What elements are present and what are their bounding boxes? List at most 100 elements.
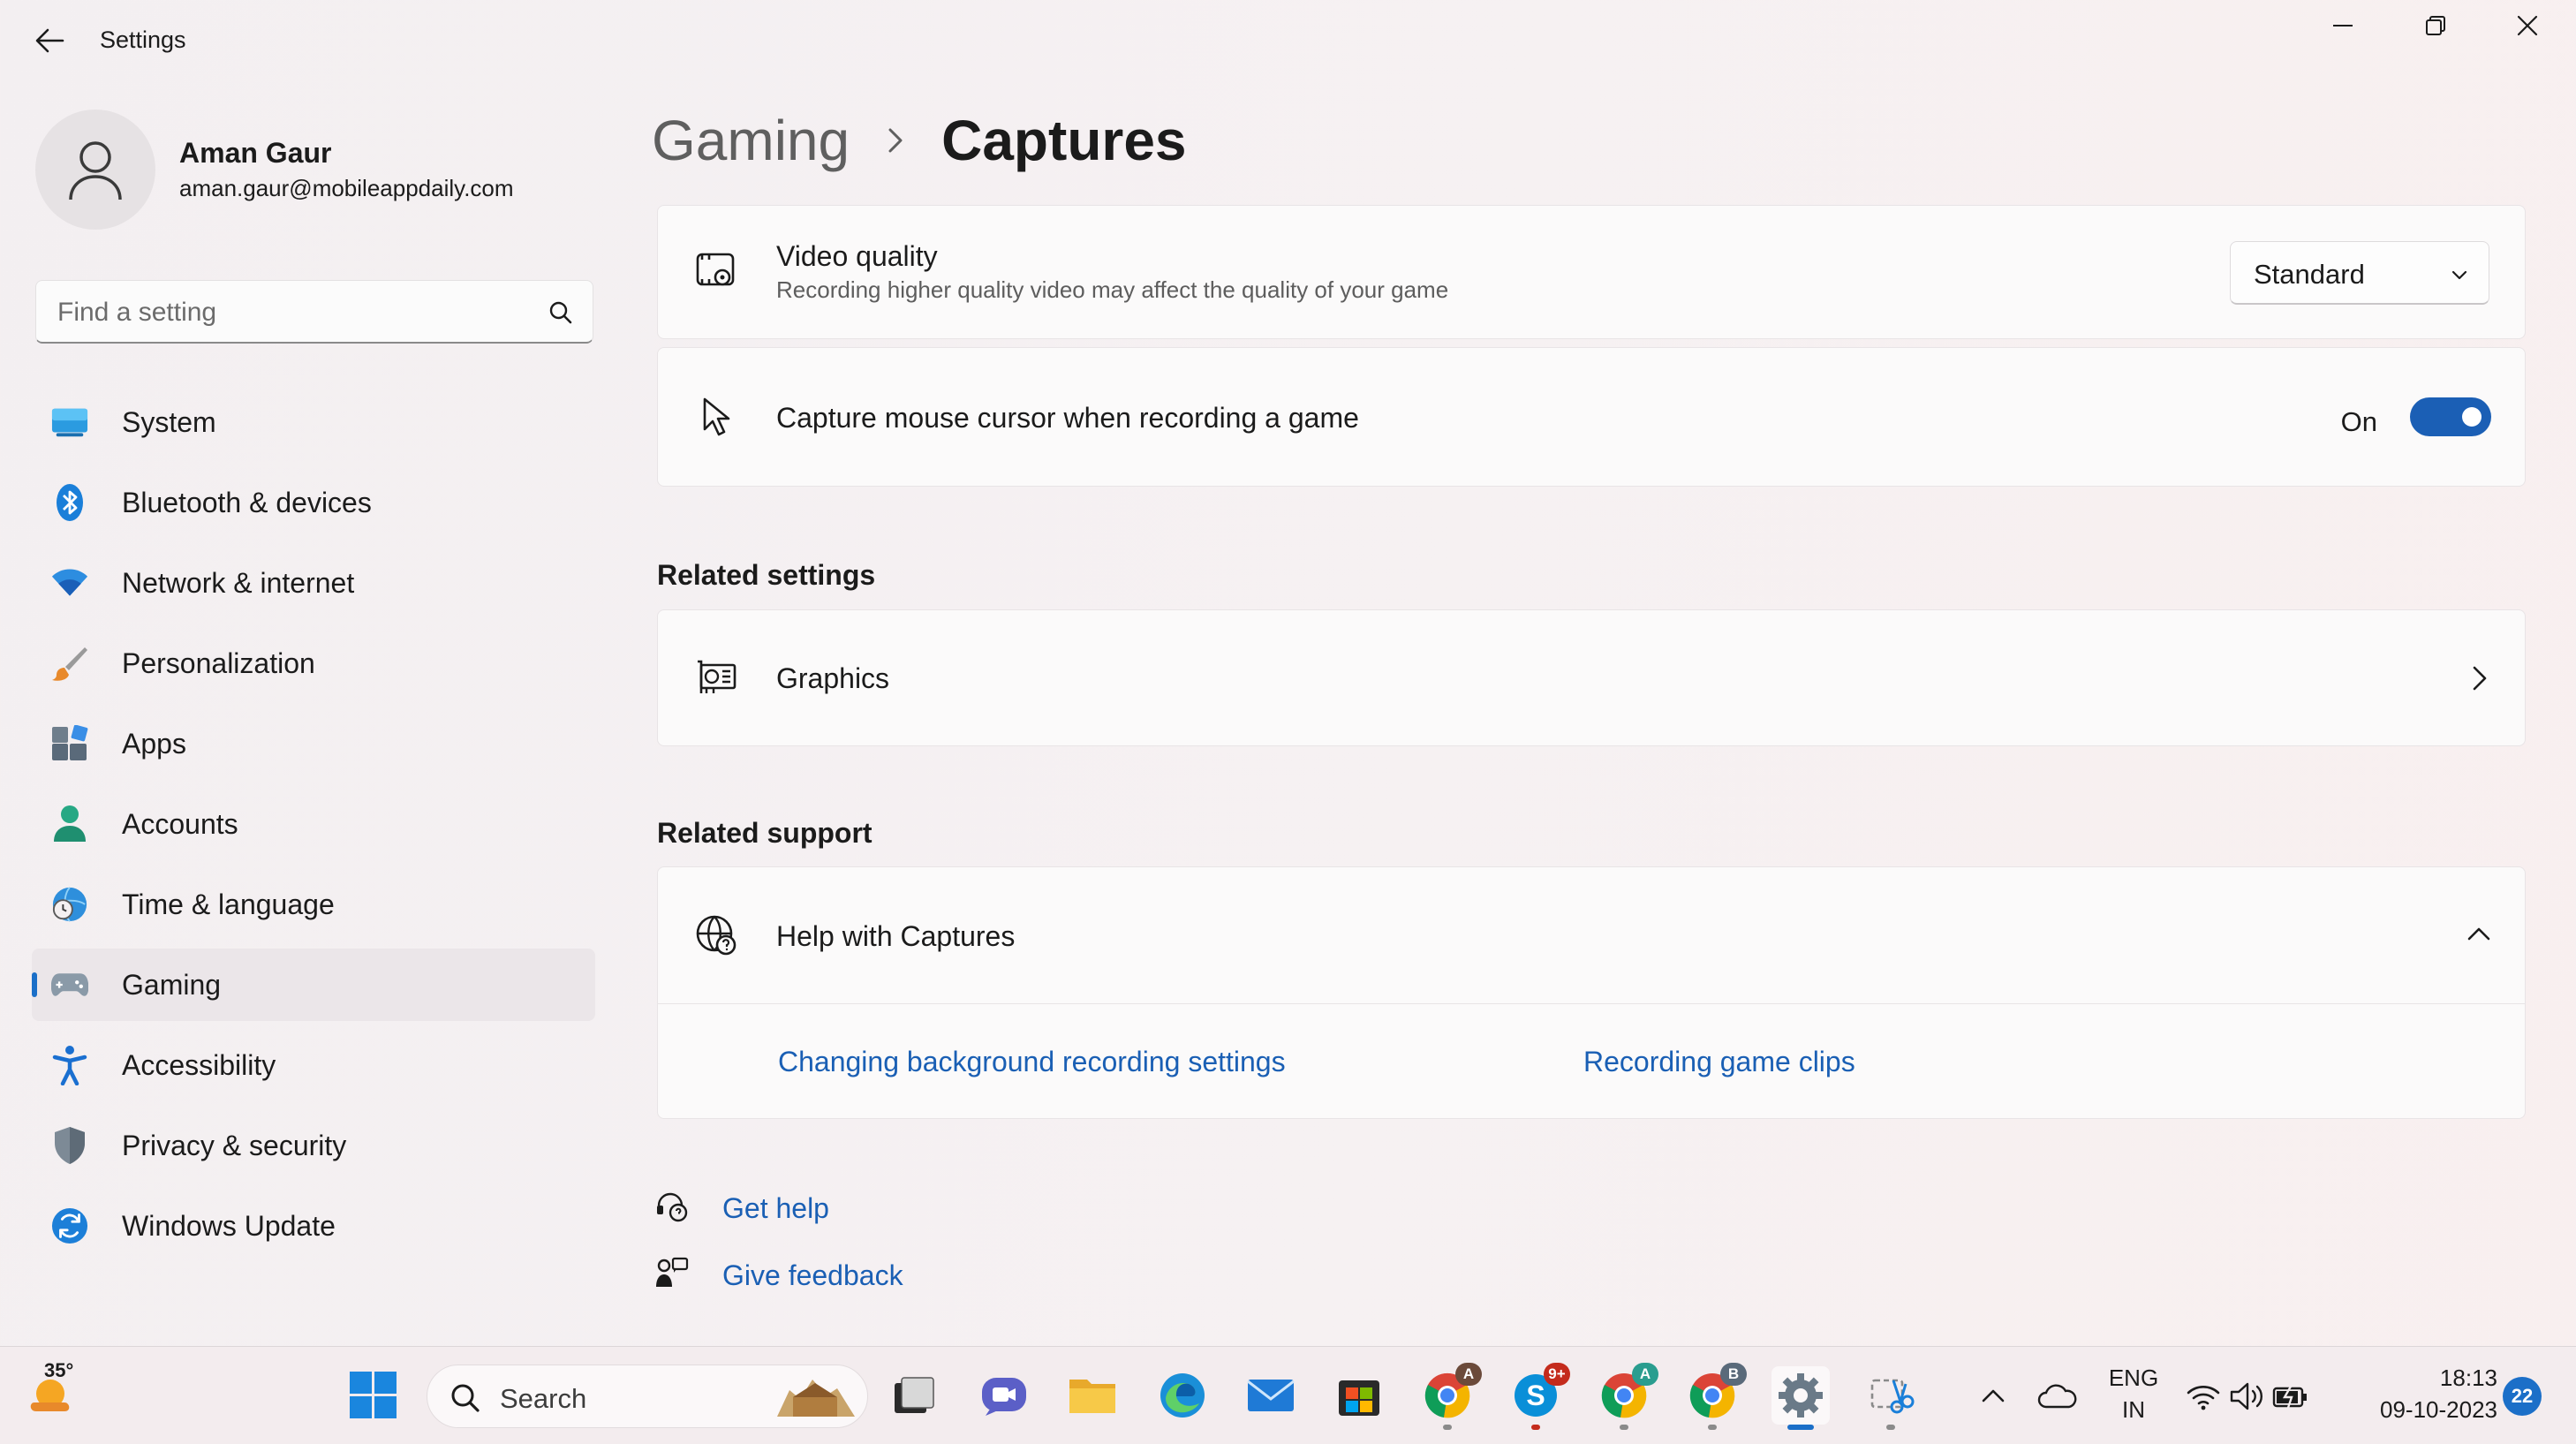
sidebar-item-accessibility[interactable]: Accessibility (32, 1029, 595, 1101)
sidebar-item-privacy-security[interactable]: Privacy & security (32, 1109, 595, 1182)
close-button[interactable] (2483, 0, 2572, 51)
get-help-icon (657, 1192, 688, 1222)
taskbar-skype[interactable]: S 9+ (1507, 1363, 1570, 1430)
search-highlight-image (777, 1380, 855, 1417)
taskbar-settings[interactable] (1771, 1366, 1830, 1430)
restore-icon (2426, 16, 2445, 35)
sidebar-item-time-language[interactable]: Time & language (32, 868, 595, 941)
sidebar-item-label: Windows Update (122, 1209, 336, 1242)
taskbar-chrome-profile-b[interactable]: B (1683, 1363, 1747, 1430)
tray-onedrive[interactable] (2026, 1366, 2089, 1425)
toggle-state-label: On (2340, 406, 2377, 437)
video-quality-dropdown[interactable]: Standard (2230, 241, 2489, 305)
graphics-card[interactable]: Graphics (657, 609, 2526, 746)
give-feedback-link[interactable]: Give feedback (722, 1259, 903, 1292)
feedback-icon (656, 1257, 689, 1287)
graphics-card-icon (695, 656, 737, 699)
taskbar-search-label: Search (500, 1383, 587, 1414)
breadcrumb: Gaming Captures (652, 108, 1187, 173)
video-quality-title: Video quality (776, 240, 938, 272)
sidebar-item-label: Bluetooth & devices (122, 486, 372, 518)
taskbar-mail[interactable] (1242, 1366, 1300, 1425)
help-link-background-recording[interactable]: Changing background recording settings (778, 1046, 1286, 1078)
taskbar-search[interactable]: Search (427, 1365, 868, 1428)
globe-help-icon (695, 914, 737, 956)
taskbar-chrome-profile-a2[interactable]: A (1595, 1363, 1658, 1430)
start-button[interactable] (344, 1366, 403, 1425)
language-code: ENG (2108, 1365, 2159, 1391)
battery-charging-icon (2273, 1384, 2308, 1409)
tray-language[interactable]: ENG IN (2096, 1363, 2171, 1430)
volume-icon (2230, 1382, 2262, 1410)
divider (658, 1003, 2525, 1004)
search-input[interactable] (56, 291, 536, 334)
back-button[interactable] (25, 16, 74, 65)
restore-button[interactable] (2391, 0, 2480, 51)
update-icon (51, 1207, 88, 1244)
tray-overflow-button[interactable] (1962, 1366, 2024, 1425)
capture-cursor-toggle[interactable] (2410, 397, 2491, 436)
tray-clock[interactable]: 18:13 09-10-2023 (2338, 1363, 2497, 1430)
taskbar-chrome-profile-a[interactable]: A (1418, 1363, 1482, 1430)
taskbar-snipping-tool[interactable] (1862, 1366, 1920, 1430)
sidebar-item-bluetooth[interactable]: Bluetooth & devices (32, 466, 595, 539)
toggle-knob (2462, 407, 2482, 427)
sidebar-item-apps[interactable]: Apps (32, 707, 595, 780)
help-captures-title: Help with Captures (776, 920, 1016, 952)
avatar[interactable] (35, 110, 155, 230)
taskbar-file-explorer[interactable] (1063, 1366, 1122, 1425)
search-icon[interactable] (548, 300, 573, 325)
wifi-icon (51, 564, 88, 601)
sidebar-item-label: Network & internet (122, 566, 355, 599)
video-quality-description: Recording higher quality video may affec… (776, 276, 1449, 303)
get-help-link[interactable]: Get help (722, 1192, 829, 1225)
taskbar-teams[interactable] (975, 1366, 1033, 1425)
page-title: Captures (941, 109, 1187, 172)
running-indicator (1708, 1425, 1717, 1430)
app-title: Settings (100, 26, 186, 53)
chevron-down-icon (2451, 270, 2467, 280)
sidebar-item-label: Privacy & security (122, 1129, 347, 1161)
notification-count-badge[interactable]: 22 (2503, 1377, 2542, 1416)
task-view-icon (895, 1377, 934, 1413)
close-icon (2517, 15, 2538, 36)
sidebar-item-windows-update[interactable]: Windows Update (32, 1190, 595, 1262)
chevron-up-icon (1982, 1389, 2005, 1402)
help-link-recording-clips[interactable]: Recording game clips (1583, 1046, 1855, 1078)
minimize-button[interactable] (2299, 0, 2387, 51)
taskbar-edge[interactable] (1153, 1366, 1212, 1425)
accounts-icon (51, 805, 88, 843)
running-indicator (1886, 1425, 1895, 1430)
sidebar-item-label: System (122, 405, 216, 438)
video-quality-card: Video quality Recording higher quality v… (657, 205, 2526, 339)
video-settings-icon (695, 250, 737, 292)
user-name: Aman Gaur (179, 137, 332, 169)
taskbar-task-view[interactable] (885, 1366, 943, 1425)
sidebar-item-label: Accessibility (122, 1048, 276, 1081)
clock-date: 09-10-2023 (2380, 1396, 2497, 1423)
minimize-icon (2333, 25, 2353, 26)
running-indicator (1531, 1425, 1540, 1430)
chevron-right-icon (869, 114, 922, 167)
person-icon (69, 141, 122, 200)
sidebar-item-system[interactable]: System (32, 386, 595, 458)
sidebar-item-gaming[interactable]: Gaming (32, 949, 595, 1021)
breadcrumb-parent[interactable]: Gaming (652, 108, 850, 173)
taskbar-store[interactable] (1330, 1366, 1388, 1425)
chevron-right-icon (2473, 666, 2487, 691)
shield-icon (51, 1127, 88, 1164)
globe-clock-icon (51, 886, 88, 923)
notification-badge: 9+ (1544, 1363, 1570, 1386)
gamepad-icon (51, 966, 88, 1003)
tray-quick-settings[interactable] (2181, 1373, 2314, 1419)
help-captures-expander[interactable]: Help with Captures (658, 867, 2525, 1003)
edge-browser-icon (1160, 1373, 1205, 1418)
sidebar-item-network[interactable]: Network & internet (32, 547, 595, 619)
sidebar-item-personalization[interactable]: Personalization (32, 627, 595, 699)
weather-widget[interactable]: 35° (12, 1359, 92, 1421)
graphics-label: Graphics (776, 662, 890, 694)
sidebar-item-accounts[interactable]: Accounts (32, 788, 595, 860)
sidebar-item-label: Gaming (122, 968, 222, 1001)
svg-text:S: S (1526, 1380, 1545, 1411)
settings-search-box[interactable] (35, 280, 593, 344)
